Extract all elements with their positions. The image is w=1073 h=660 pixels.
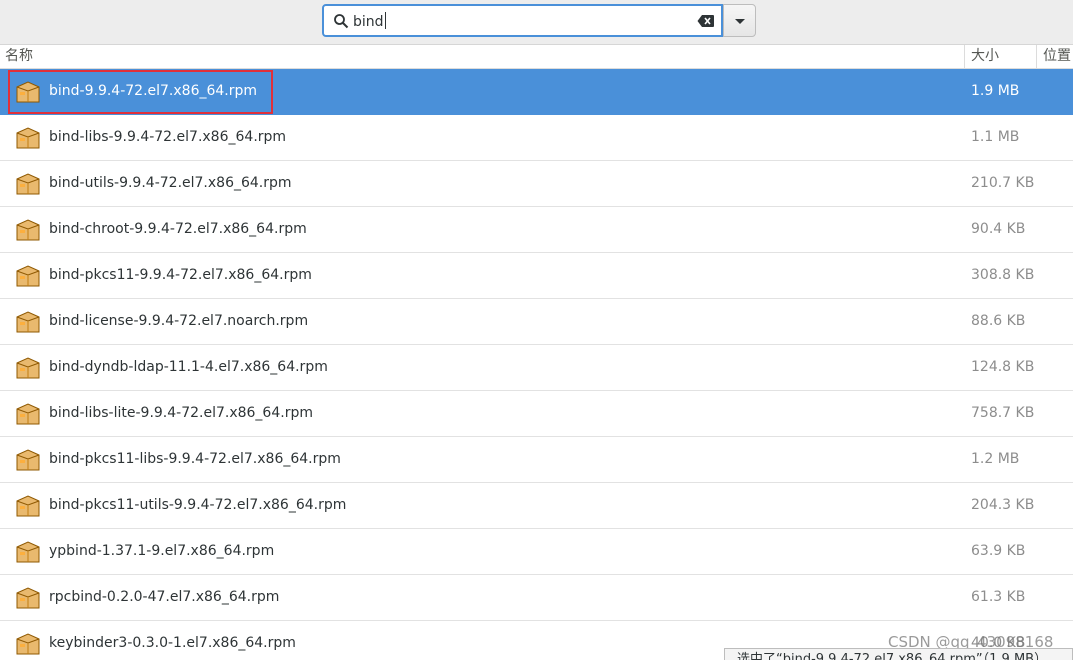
file-size: 61.3 KB xyxy=(971,589,1026,605)
file-name: ypbind-1.37.1-9.el7.x86_64.rpm xyxy=(49,543,275,559)
file-row[interactable]: bind-libs-9.9.4-72.el7.x86_64.rpm 1.1 MB xyxy=(0,115,1073,161)
package-icon xyxy=(16,357,40,379)
selection-status-bar: 选中了“bind-9.9.4-72.el7.x86_64.rpm”（1.9 MB… xyxy=(724,648,1073,660)
package-icon xyxy=(16,219,40,241)
package-icon xyxy=(16,541,40,563)
package-icon xyxy=(16,127,40,149)
package-icon xyxy=(16,403,40,425)
file-row[interactable]: bind-license-9.9.4-72.el7.noarch.rpm 88.6… xyxy=(0,299,1073,345)
file-size: 758.7 KB xyxy=(971,405,1035,421)
clear-text-icon[interactable] xyxy=(697,13,715,29)
file-name: rpcbind-0.2.0-47.el7.x86_64.rpm xyxy=(49,589,280,605)
package-icon xyxy=(16,311,40,333)
file-list: bind-9.9.4-72.el7.x86_64.rpm 1.9 MB bind-l… xyxy=(0,69,1073,660)
file-name: bind-utils-9.9.4-72.el7.x86_64.rpm xyxy=(49,175,292,191)
file-size: 124.8 KB xyxy=(971,359,1035,375)
package-icon xyxy=(16,495,40,517)
status-text: 选中了“bind-9.9.4-72.el7.x86_64.rpm”（1.9 MB… xyxy=(737,652,1048,660)
file-name: bind-pkcs11-libs-9.9.4-72.el7.x86_64.rpm xyxy=(49,451,341,467)
file-row[interactable]: bind-dyndb-ldap-11.1-4.el7.x86_64.rpm 124… xyxy=(0,345,1073,391)
file-name: bind-9.9.4-72.el7.x86_64.rpm xyxy=(49,83,258,99)
package-icon xyxy=(16,633,40,655)
search-input[interactable]: bind xyxy=(322,4,723,37)
file-size: 1.1 MB xyxy=(971,129,1020,145)
file-size: 204.3 KB xyxy=(971,497,1035,513)
file-row[interactable]: ypbind-1.37.1-9.el7.x86_64.rpm 63.9 KB xyxy=(0,529,1073,575)
package-icon xyxy=(16,449,40,471)
file-size: 63.9 KB xyxy=(971,543,1026,559)
file-name: bind-dyndb-ldap-11.1-4.el7.x86_64.rpm xyxy=(49,359,328,375)
package-icon xyxy=(16,265,40,287)
file-row[interactable]: rpcbind-0.2.0-47.el7.x86_64.rpm 61.3 KB xyxy=(0,575,1073,621)
file-size: 1.9 MB xyxy=(971,83,1020,99)
package-icon xyxy=(16,81,40,103)
column-header: 名称 大小 位置 xyxy=(0,45,1073,69)
toolbar: bind xyxy=(0,0,1073,45)
file-name: bind-chroot-9.9.4-72.el7.x86_64.rpm xyxy=(49,221,307,237)
search-icon xyxy=(334,14,349,29)
file-row[interactable]: bind-chroot-9.9.4-72.el7.x86_64.rpm 90.4 … xyxy=(0,207,1073,253)
file-row[interactable]: bind-9.9.4-72.el7.x86_64.rpm 1.9 MB xyxy=(0,69,1073,115)
search-dropdown-button[interactable] xyxy=(723,4,756,37)
file-size: 308.8 KB xyxy=(971,267,1035,283)
file-name: bind-license-9.9.4-72.el7.noarch.rpm xyxy=(49,313,309,329)
package-icon xyxy=(16,173,40,195)
file-row[interactable]: bind-utils-9.9.4-72.el7.x86_64.rpm 210.7 … xyxy=(0,161,1073,207)
file-name: keybinder3-0.3.0-1.el7.x86_64.rpm xyxy=(49,635,296,651)
search-text: bind xyxy=(353,14,384,30)
file-name: bind-pkcs11-utils-9.9.4-72.el7.x86_64.rp… xyxy=(49,497,347,513)
package-icon xyxy=(16,587,40,609)
column-size-header[interactable]: 大小 xyxy=(964,45,1036,69)
file-row[interactable]: bind-pkcs11-9.9.4-72.el7.x86_64.rpm 308.8… xyxy=(0,253,1073,299)
chevron-down-icon xyxy=(735,19,745,24)
file-name: bind-pkcs11-9.9.4-72.el7.x86_64.rpm xyxy=(49,267,312,283)
file-name: bind-libs-lite-9.9.4-72.el7.x86_64.rpm xyxy=(49,405,313,421)
file-size: 88.6 KB xyxy=(971,313,1026,329)
file-name: bind-libs-9.9.4-72.el7.x86_64.rpm xyxy=(49,129,287,145)
file-size: 1.2 MB xyxy=(971,451,1020,467)
file-row[interactable]: bind-pkcs11-libs-9.9.4-72.el7.x86_64.rpm… xyxy=(0,437,1073,483)
file-size: 210.7 KB xyxy=(971,175,1035,191)
column-location-header[interactable]: 位置 xyxy=(1036,45,1073,69)
file-row[interactable]: bind-pkcs11-utils-9.9.4-72.el7.x86_64.rp… xyxy=(0,483,1073,529)
text-caret xyxy=(384,12,386,29)
file-size: 90.4 KB xyxy=(971,221,1026,237)
file-row[interactable]: bind-libs-lite-9.9.4-72.el7.x86_64.rpm 75… xyxy=(0,391,1073,437)
column-name-header[interactable]: 名称 xyxy=(5,45,33,69)
